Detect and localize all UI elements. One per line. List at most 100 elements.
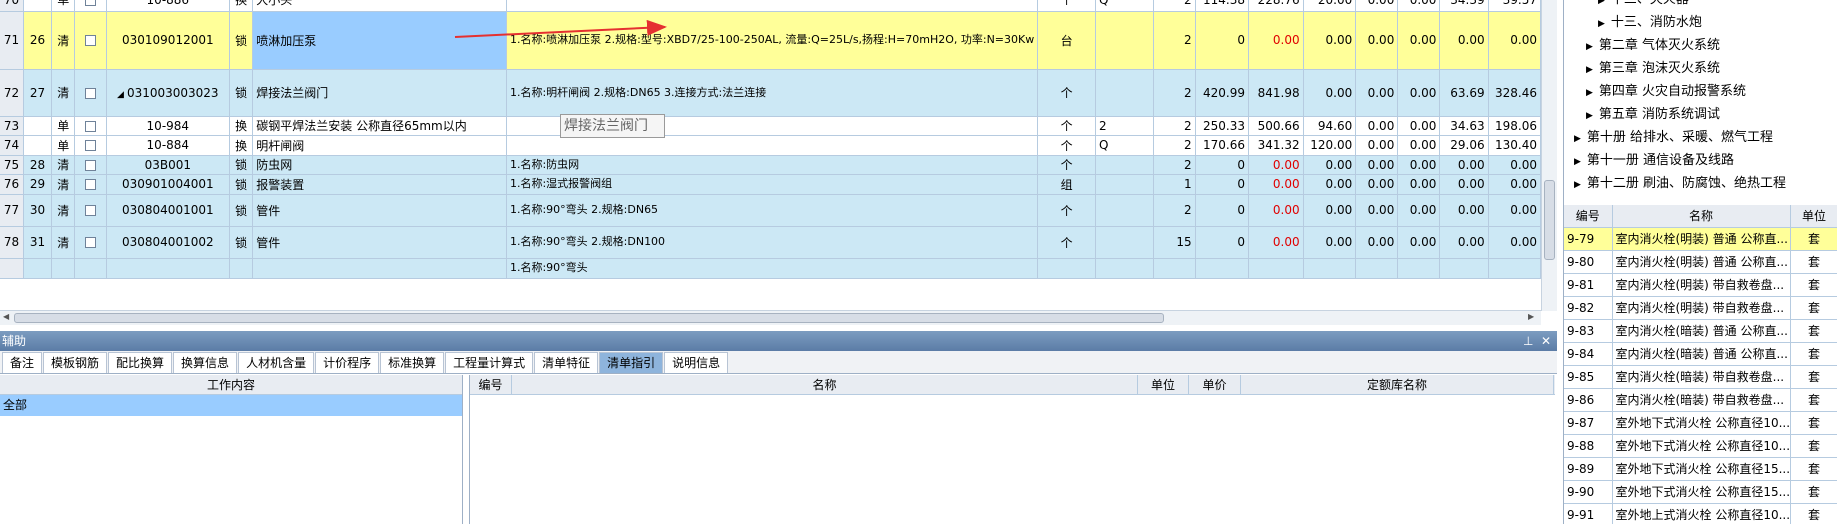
quota-list-row[interactable]: 9-90 室外地下式消火栓 公称直径15... 套 <box>1564 480 1837 504</box>
expand-triangle-icon[interactable]: ▶ <box>1574 157 1581 167</box>
row-type[interactable]: 清 <box>51 226 76 259</box>
expand-triangle-icon[interactable]: ▶ <box>1598 0 1605 6</box>
row-index[interactable] <box>23 116 53 136</box>
quota-unit[interactable]: 套 <box>1790 342 1837 366</box>
table-row[interactable]: 78 31 清 030804001002 锁管件 1.名称:90°弯头 2.规格:DN10… <box>0 226 1541 259</box>
tab-3[interactable]: 换算信息 <box>173 352 238 373</box>
scroll-right-icon[interactable]: ▶ <box>1528 312 1534 321</box>
item-code[interactable]: 10-984 <box>106 116 230 136</box>
table-row[interactable]: 77 30 清 030804001001 锁管件 1.名称:90°弯头 2.规格:DN65… <box>0 194 1541 227</box>
quota-name[interactable]: 室外地下式消火栓 公称直径15... <box>1612 480 1791 504</box>
item-name[interactable]: 明杆闸阀 <box>252 135 507 156</box>
unit-price[interactable]: 114.38 <box>1195 0 1249 12</box>
row-checkbox[interactable] <box>74 226 107 259</box>
row-type[interactable]: 清 <box>51 194 76 227</box>
lock-flag[interactable]: 锁 <box>229 226 254 259</box>
row-checkbox[interactable] <box>74 116 107 136</box>
row-type[interactable]: 单 <box>51 0 76 12</box>
qty-expression[interactable] <box>1095 11 1154 70</box>
cost-col-4[interactable]: 0.00 <box>1439 11 1489 70</box>
quota-unit[interactable]: 套 <box>1790 319 1837 343</box>
quantity[interactable]: 2 <box>1153 11 1196 70</box>
expand-triangle-icon[interactable]: ▶ <box>1598 19 1605 29</box>
table-row[interactable]: 71 26 清 030109012001 锁喷淋加压泵 1.名称:喷淋加压泵 2.规格:型… <box>0 11 1541 70</box>
tab-5[interactable]: 计价程序 <box>315 352 380 373</box>
quota-code[interactable]: 9-88 <box>1564 434 1613 458</box>
quantity[interactable]: 2 <box>1153 69 1196 117</box>
tab-0[interactable]: 备注 <box>2 352 43 373</box>
vertical-scrollbar[interactable] <box>1541 0 1557 311</box>
item-code[interactable]: 030804001002 <box>106 226 230 259</box>
cost-col-1[interactable]: 120.00 <box>1303 135 1357 156</box>
total-price[interactable]: 500.66 <box>1248 116 1304 136</box>
row-checkbox-box[interactable] <box>85 159 97 171</box>
cost-col-5[interactable]: 130.40 <box>1488 135 1541 156</box>
quota-name[interactable]: 室内消火栓(暗装) 普通 公称直... <box>1612 342 1791 366</box>
cost-col-5[interactable]: 39.57 <box>1488 0 1541 12</box>
cost-col-4[interactable]: 34.63 <box>1439 116 1489 136</box>
tree-item[interactable]: ▶ 第十册 给排水、采暖、燃气工程 <box>1574 126 1773 149</box>
item-code[interactable] <box>106 258 230 279</box>
cost-col-5[interactable]: 0.00 <box>1488 155 1541 175</box>
quota-list-row[interactable]: 9-82 室内消火栓(明装) 带自救卷盘... 套 <box>1564 296 1837 320</box>
cost-col-3[interactable]: 0.00 <box>1397 135 1441 156</box>
row-index[interactable] <box>23 258 53 279</box>
quota-list-row[interactable]: 9-91 室外地上式消火栓 公称直径10... 套 <box>1564 503 1837 524</box>
cost-col-2[interactable]: 0.00 <box>1355 69 1399 117</box>
quota-list-row[interactable]: 9-85 室内消火栓(暗装) 带自救卷盘... 套 <box>1564 365 1837 389</box>
scroll-thumb-vertical[interactable] <box>1544 180 1555 260</box>
row-checkbox[interactable] <box>74 69 107 117</box>
quota-code[interactable]: 9-87 <box>1564 411 1613 435</box>
cost-col-3[interactable]: 0.00 <box>1397 11 1441 70</box>
quota-list-row[interactable]: 9-79 室内消火栓(明装) 普通 公称直... 套 <box>1564 227 1837 251</box>
lock-flag[interactable]: 锁 <box>229 194 254 227</box>
cost-col-4[interactable]: 0.00 <box>1439 155 1489 175</box>
cost-col-3[interactable]: 0.00 <box>1397 174 1441 195</box>
tab-2[interactable]: 配比换算 <box>108 352 173 373</box>
unit-price[interactable]: 420.99 <box>1195 69 1249 117</box>
lock-flag[interactable]: 换 <box>229 135 254 156</box>
tree-item[interactable]: ▶ 第五章 消防系统调试 <box>1586 103 1720 126</box>
row-type[interactable]: 单 <box>51 135 76 156</box>
item-feature[interactable]: 1.名称:明杆闸阀 2.规格:DN65 3.连接方式:法兰连接 <box>506 69 1039 117</box>
tab-7[interactable]: 工程量计算式 <box>445 352 534 373</box>
cost-col-1[interactable]: 94.60 <box>1303 116 1357 136</box>
expand-triangle-icon[interactable]: ▶ <box>1586 65 1593 75</box>
item-feature[interactable] <box>506 0 1039 12</box>
qty-expression[interactable] <box>1095 194 1154 227</box>
cost-col-5[interactable]: 0.00 <box>1488 174 1541 195</box>
lock-flag[interactable]: 锁 <box>229 174 254 195</box>
quota-name[interactable]: 室外地上式消火栓 公称直径10... <box>1612 503 1791 524</box>
item-feature[interactable]: 1.名称:90°弯头 2.规格:DN65 <box>506 194 1039 227</box>
row-checkbox[interactable] <box>74 258 107 279</box>
cost-col-3[interactable]: 0.00 <box>1397 0 1441 12</box>
cost-col-2[interactable]: 0.00 <box>1355 0 1399 12</box>
item-unit[interactable]: 台 <box>1037 11 1096 70</box>
quota-name[interactable]: 室内消火栓(暗装) 带自救卷盘... <box>1612 388 1791 412</box>
item-feature[interactable] <box>506 135 1039 156</box>
cost-col-1[interactable]: 0.00 <box>1303 69 1357 117</box>
cost-col-3[interactable]: 0.00 <box>1397 116 1441 136</box>
unit-price[interactable]: 0 <box>1195 174 1249 195</box>
quota-code[interactable]: 9-89 <box>1564 457 1613 481</box>
quantity[interactable]: 2 <box>1153 0 1196 12</box>
total-price[interactable]: 0.00 <box>1248 155 1304 175</box>
row-index[interactable]: 31 <box>23 226 53 259</box>
quota-name[interactable]: 室内消火栓(暗装) 普通 公称直... <box>1612 319 1791 343</box>
tree-item[interactable]: ▶ 第二章 气体灭火系统 <box>1586 34 1720 57</box>
item-name[interactable]: 报警装置 <box>252 174 507 195</box>
row-type[interactable]: 清 <box>51 155 76 175</box>
item-name[interactable]: 管件 <box>252 226 507 259</box>
tab-4[interactable]: 人材机含量 <box>238 352 315 373</box>
item-unit[interactable]: 组 <box>1037 174 1096 195</box>
expand-triangle-icon[interactable]: ▶ <box>1586 42 1593 52</box>
tree-item[interactable]: ▶ 第四章 火灾自动报警系统 <box>1586 80 1746 103</box>
quota-code[interactable]: 9-81 <box>1564 273 1613 297</box>
cost-col-4[interactable]: 29.06 <box>1439 135 1489 156</box>
unit-price[interactable]: 0 <box>1195 11 1249 70</box>
quota-unit[interactable]: 套 <box>1790 250 1837 274</box>
item-name[interactable]: 防虫网 <box>252 155 507 175</box>
cost-col-2[interactable]: 0.00 <box>1355 116 1399 136</box>
tree-item[interactable]: ▶ 第十一册 通信设备及线路 <box>1574 149 1734 172</box>
lock-flag[interactable] <box>229 258 254 279</box>
